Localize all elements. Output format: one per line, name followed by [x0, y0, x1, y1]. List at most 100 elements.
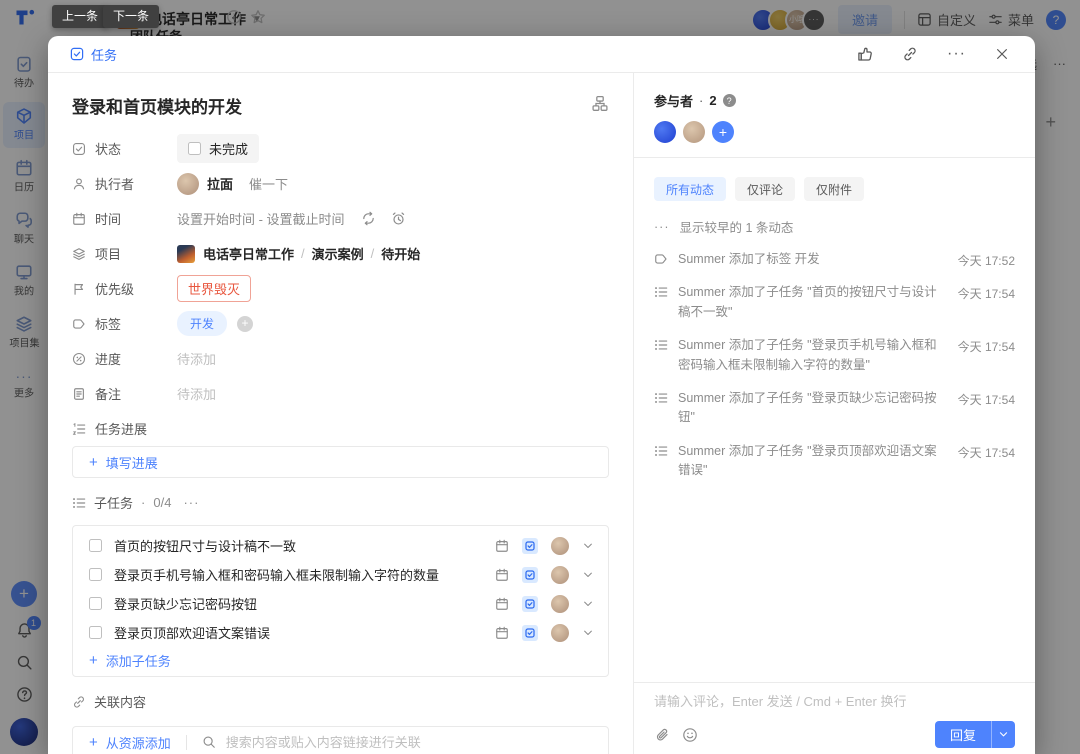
assignee-avatar[interactable] [177, 173, 199, 195]
subtask-row[interactable]: 登录页手机号输入框和密码输入框未限制输入字符的数量 [73, 560, 608, 589]
project-name[interactable]: 电话亭日常工作 [203, 244, 294, 263]
ordered-list-icon [72, 422, 86, 436]
related-content-bar: + 从资源添加 [72, 726, 609, 754]
task-title[interactable]: 登录和首页模块的开发 [72, 93, 242, 118]
activity-time: 今天 17:54 [958, 336, 1015, 355]
assignee-name[interactable]: 拉面 [207, 174, 233, 193]
list-icon [654, 444, 668, 458]
subtask-assignee-avatar[interactable] [551, 624, 569, 642]
subtask-assignee-avatar[interactable] [551, 566, 569, 584]
subtask-checkbox[interactable] [89, 568, 102, 581]
list-icon [654, 338, 668, 352]
repeat-icon[interactable] [361, 211, 376, 226]
plus-icon: + [89, 734, 98, 751]
divider [186, 735, 187, 750]
chevron-down-icon[interactable] [582, 540, 594, 552]
add-participant-button[interactable]: + [712, 121, 734, 143]
close-button[interactable] [995, 47, 1009, 61]
task-type-badge-icon [522, 567, 538, 583]
calendar-icon[interactable] [495, 568, 509, 582]
chevron-down-icon[interactable] [582, 627, 594, 639]
subtask-row[interactable]: 登录页顶部欢迎语文案错误 [73, 618, 608, 647]
subtask-assignee-avatar[interactable] [551, 595, 569, 613]
reply-button[interactable]: 回复 [935, 721, 991, 748]
comment-composer: 回复 [634, 682, 1035, 754]
chevron-down-icon[interactable] [582, 569, 594, 581]
participants-section: 参与者 · 2 ? + [634, 73, 1035, 158]
subtask-checkbox[interactable] [89, 597, 102, 610]
tab-all-activity[interactable]: 所有动态 [654, 177, 726, 201]
alarm-icon[interactable] [391, 211, 406, 226]
subtask-list: 首页的按钮尺寸与设计稿不一致 登录页手机号输入框和密码输入框未限制输入字符的数量 [72, 525, 609, 677]
participants-help-icon[interactable]: ? [723, 94, 736, 107]
task-main-panel: 登录和首页模块的开发 状态 未完成 执行者 [48, 73, 633, 754]
activity-item: Summer 添加了子任务 "登录页手机号输入框和密码输入框未限制输入字符的数量… [654, 329, 1015, 382]
activity-time: 今天 17:54 [958, 389, 1015, 408]
emoji-icon[interactable] [682, 727, 698, 743]
modal-header: 任务 ··· [48, 36, 1035, 73]
activity-time: 今天 17:54 [958, 442, 1015, 461]
prev-item-button[interactable]: 上一条 [52, 5, 108, 28]
list-icon [654, 391, 668, 405]
progress-placeholder[interactable]: 待添加 [177, 349, 216, 368]
subtask-row[interactable]: 首页的按钮尺寸与设计稿不一致 [73, 531, 608, 560]
add-from-resource-button[interactable]: + 从资源添加 [89, 733, 171, 752]
activity-item: Summer 添加了子任务 "登录页缺少忘记密码按钮" 今天 17:54 [654, 382, 1015, 435]
task-type-badge-icon [522, 538, 538, 554]
activity-item: Summer 添加了子任务 "登录页顶部欢迎语文案错误" 今天 17:54 [654, 435, 1015, 488]
tag-icon [654, 252, 668, 266]
stage-name[interactable]: 待开始 [381, 244, 420, 263]
priority-badge[interactable]: 世界毁灭 [177, 275, 251, 302]
attachment-icon[interactable] [654, 727, 670, 743]
comment-input[interactable] [654, 693, 1015, 711]
field-priority: 优先级 世界毁灭 [72, 271, 609, 306]
note-placeholder[interactable]: 待添加 [177, 384, 216, 403]
subtask-row[interactable]: 登录页缺少忘记密码按钮 [73, 589, 608, 618]
subtasks-more-button[interactable]: ··· [183, 495, 199, 510]
calendar-icon[interactable] [495, 597, 509, 611]
fill-progress-button[interactable]: + 填写进展 [72, 446, 609, 478]
reply-options-button[interactable] [991, 721, 1015, 748]
calendar-icon[interactable] [495, 539, 509, 553]
task-type-badge-icon [522, 596, 538, 612]
participant-avatar[interactable] [654, 121, 676, 143]
task-activity-panel: 参与者 · 2 ? + 所有动态 仅评论 仅附件 ··· 显示较早的 1 条动态 [633, 73, 1035, 754]
more-dots-icon: ··· [654, 220, 670, 234]
show-earlier-button[interactable]: ··· 显示较早的 1 条动态 [654, 217, 1015, 236]
field-task-progress: 任务进展 [72, 411, 609, 446]
subtasks-header: 子任务 · 0/4 ··· [72, 493, 609, 512]
tab-comments-only[interactable]: 仅评论 [735, 177, 795, 201]
plus-icon: + [89, 454, 98, 471]
tab-attachments-only[interactable]: 仅附件 [804, 177, 864, 201]
status-toggle[interactable]: 未完成 [177, 134, 259, 163]
related-content-header: 关联内容 [72, 692, 609, 711]
next-item-button[interactable]: 下一条 [103, 5, 159, 28]
subtask-checkbox[interactable] [89, 626, 102, 639]
link-icon [72, 695, 86, 709]
related-search-input[interactable] [226, 735, 592, 750]
status-checkbox[interactable] [188, 142, 201, 155]
reply-button-group: 回复 [935, 721, 1015, 748]
list-icon [72, 496, 86, 510]
subtask-assignee-avatar[interactable] [551, 537, 569, 555]
task-structure-icon[interactable] [591, 95, 609, 112]
add-subtask-button[interactable]: + 添加子任务 [73, 647, 608, 673]
like-button[interactable] [857, 46, 873, 62]
add-tag-button[interactable]: + [237, 316, 253, 332]
subtask-checkbox[interactable] [89, 539, 102, 552]
activity-time: 今天 17:54 [958, 283, 1015, 302]
nudge-button[interactable]: 催一下 [249, 174, 288, 193]
check-square-icon [70, 47, 84, 61]
field-project: 项目 电话亭日常工作 / 演示案例 / 待开始 [72, 236, 609, 271]
tag-badge[interactable]: 开发 [177, 311, 227, 336]
time-placeholder[interactable]: 设置开始时间 - 设置截止时间 [177, 209, 345, 228]
copy-link-button[interactable] [902, 46, 918, 62]
link-icon [902, 46, 918, 62]
chevron-down-icon[interactable] [582, 598, 594, 610]
tag-icon [72, 317, 86, 331]
participant-avatar[interactable] [683, 121, 705, 143]
calendar-icon[interactable] [495, 626, 509, 640]
more-actions-button[interactable]: ··· [947, 45, 966, 63]
tasklist-name[interactable]: 演示案例 [312, 244, 364, 263]
subtask-count: 0/4 [153, 495, 171, 510]
